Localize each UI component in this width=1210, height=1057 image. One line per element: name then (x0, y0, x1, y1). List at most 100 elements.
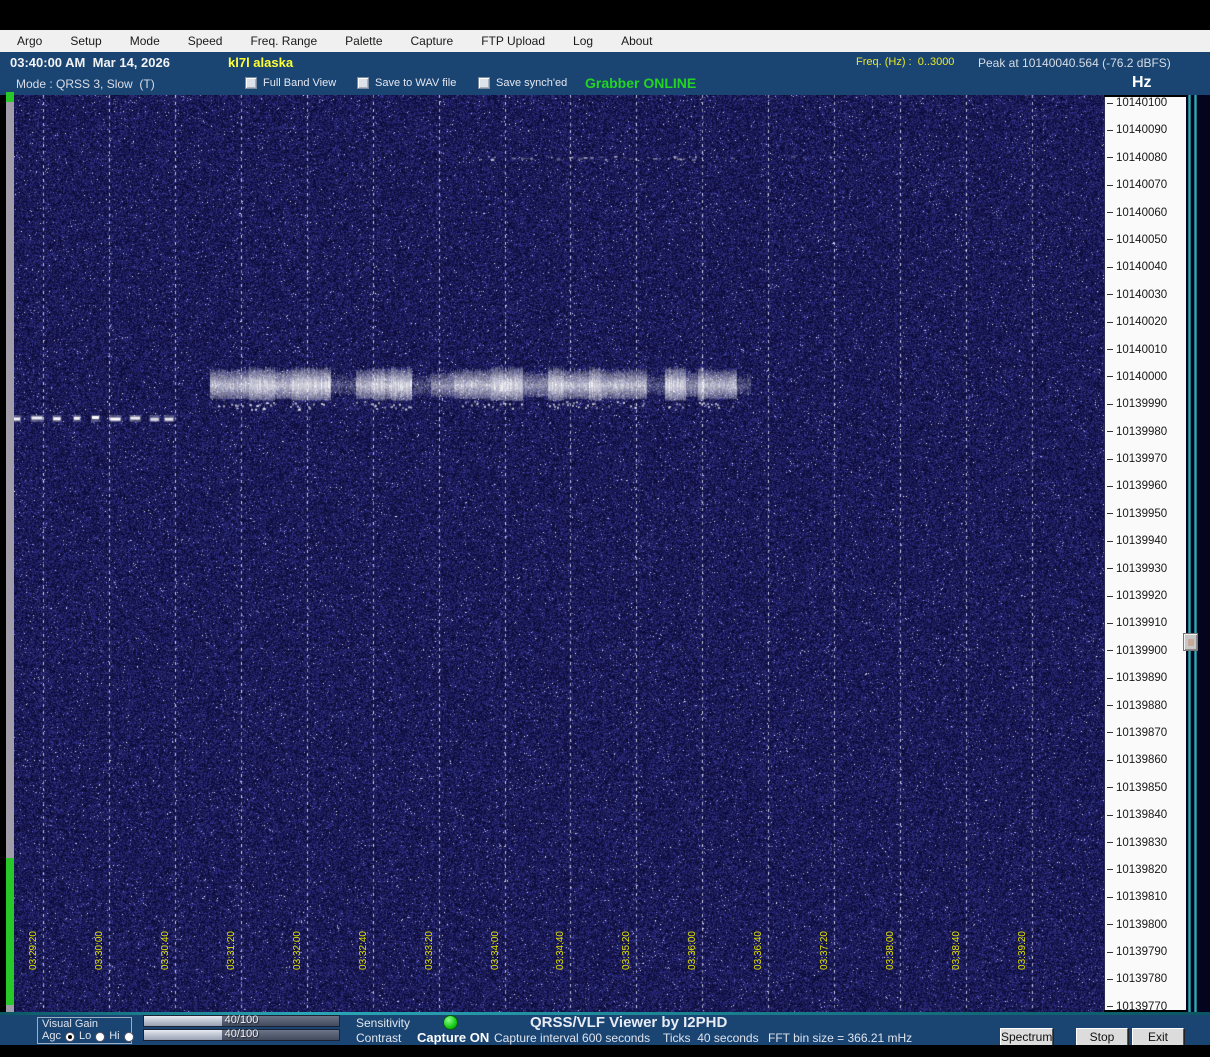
time-label: 03:38:40 (950, 931, 964, 1007)
tick-mark (1107, 732, 1113, 734)
tick-mark (1107, 376, 1113, 378)
stop-button[interactable]: Stop (1076, 1028, 1128, 1046)
radio-lo[interactable] (95, 1031, 106, 1042)
menu-item-log[interactable]: Log (573, 34, 593, 48)
menu-item-argo[interactable]: Argo (17, 34, 42, 48)
freq-tick-row: 10140060 (1105, 206, 1167, 220)
scrollbar-thumb[interactable] (1183, 633, 1198, 651)
time-label: 03:29:20 (27, 931, 41, 1007)
spectrum-button[interactable]: Spectrum (1000, 1028, 1053, 1046)
freq-tick-row: 10140040 (1105, 260, 1167, 274)
freq-tick-label: 10139990 (1116, 398, 1168, 411)
checkbox-save-synch-ed[interactable]: Save synch'ed (478, 77, 567, 89)
time-label: 03:36:40 (752, 931, 766, 1007)
tick-mark (1107, 129, 1113, 131)
time-label: 03:31:20 (225, 931, 239, 1007)
radio-label-agc: Agc (42, 1030, 61, 1042)
tick-mark (1107, 485, 1113, 487)
freq-tick-label: 10140000 (1116, 370, 1168, 383)
scrollbar-track-line (1188, 95, 1191, 1012)
freq-tick-label: 10139820 (1116, 863, 1168, 876)
checkbox-full-band-view[interactable]: Full Band View (245, 77, 336, 89)
menu-item-capture[interactable]: Capture (411, 34, 454, 48)
tick-mark (1107, 102, 1113, 104)
time-label-text: 03:37:20 (819, 931, 831, 970)
visual-gain-radios: Agc Lo Hi (42, 1030, 134, 1043)
capture-indicator-light (443, 1015, 458, 1030)
freq-tick-label: 10139870 (1116, 726, 1168, 739)
freq-tick-row: 10140100 (1105, 96, 1167, 110)
menu-item-mode[interactable]: Mode (130, 34, 160, 48)
visual-gain-title: Visual Gain (42, 1018, 99, 1030)
checkbox-label: Full Band View (263, 77, 337, 89)
radio-hi[interactable] (123, 1031, 134, 1042)
radio-label-hi: Hi (109, 1030, 120, 1042)
tick-mark (1107, 896, 1113, 898)
menu-item-palette[interactable]: Palette (345, 34, 382, 48)
checkbox-box-save-to-wav-file[interactable] (357, 77, 369, 89)
freq-tick-label: 10140020 (1116, 316, 1168, 329)
gain-sliders: 40/100 40/100 (143, 1014, 340, 1043)
freq-tick-row: 10139830 (1105, 836, 1167, 850)
slider-value: 40/100 (224, 1014, 259, 1026)
menu-item-speed[interactable]: Speed (188, 34, 223, 48)
time-label: 03:38:00 (884, 931, 898, 1007)
tick-mark (1107, 184, 1113, 186)
freq-tick-row: 10139990 (1105, 397, 1167, 411)
menu-item-about[interactable]: About (621, 34, 652, 48)
menu-item-setup[interactable]: Setup (70, 34, 101, 48)
freq-tick-row: 10139950 (1105, 507, 1167, 521)
time-label: 03:37:20 (818, 931, 832, 1007)
spectrogram-canvas[interactable] (14, 95, 1104, 1012)
time-label: 03:30:00 (93, 931, 107, 1007)
checkbox-save-to-wav-file[interactable]: Save to WAV file (357, 77, 456, 89)
fft-bin-label: FFT bin size = 366.21 mHz (768, 1031, 913, 1045)
radio-label-lo: Lo (78, 1030, 92, 1042)
freq-tick-label: 10139850 (1116, 781, 1168, 794)
menu-bar: Argo Setup Mode Speed Freq. Range Palette Capt… (0, 30, 1210, 52)
station-label: kl7l alaska (228, 55, 294, 70)
freq-tick-row: 10139850 (1105, 781, 1167, 795)
control-bar: Visual Gain Agc Lo Hi 40/100 40/100 Sensiti… (0, 1012, 1210, 1046)
window-bottom-strip (0, 1045, 1210, 1057)
freq-tick-label: 10139800 (1116, 918, 1168, 931)
time-label: 03:32:00 (291, 931, 305, 1007)
freq-tick-row: 10139920 (1105, 589, 1167, 603)
freq-tick-row: 10140010 (1105, 343, 1167, 357)
tick-mark (1107, 266, 1113, 268)
contrast-slider[interactable]: 40/100 (143, 1028, 340, 1041)
freq-tick-label: 10139920 (1116, 590, 1168, 603)
time-label-text: 03:34:40 (555, 931, 567, 970)
freq-tick-label: 10139910 (1116, 617, 1168, 630)
checkbox-box-full-band-view[interactable] (245, 77, 257, 89)
frequency-axis: 10140100 10140090 10140080 10140070 10140060… (1104, 96, 1186, 1013)
radio-agc[interactable] (64, 1031, 75, 1042)
time-label: 03:32:40 (357, 931, 371, 1007)
freq-tick-row: 10140090 (1105, 123, 1167, 137)
time-label: 03:33:20 (423, 931, 437, 1007)
ticks-label: Ticks 40 seconds (663, 1031, 759, 1045)
tick-mark (1107, 869, 1113, 871)
scrollbar-track-line (1194, 95, 1197, 1012)
tick-mark (1107, 458, 1113, 460)
time-label-text: 03:36:40 (753, 931, 765, 970)
freq-tick-label: 10140050 (1116, 233, 1168, 246)
freq-tick-label: 10139810 (1116, 891, 1168, 904)
sensitivity-slider[interactable]: 40/100 (143, 1014, 340, 1027)
checkbox-box-save-synch-ed[interactable] (478, 77, 490, 89)
time-label-text: 03:36:00 (687, 931, 699, 970)
time-label-text: 03:35:20 (621, 931, 633, 970)
freq-tick-row: 10139860 (1105, 753, 1167, 767)
freq-tick-row: 10140000 (1105, 370, 1167, 384)
menu-item-freq-range[interactable]: Freq. Range (250, 34, 317, 48)
tick-mark (1107, 814, 1113, 816)
menu-item-ftp-upload[interactable]: FTP Upload (481, 34, 545, 48)
tick-mark (1107, 951, 1113, 953)
exit-button[interactable]: Exit (1132, 1028, 1184, 1046)
time-label: 03:35:20 (620, 931, 634, 1007)
freq-tick-row: 10139940 (1105, 534, 1167, 548)
freq-tick-label: 10139900 (1116, 644, 1168, 657)
freq-tick-row: 10140050 (1105, 233, 1167, 247)
freq-tick-row: 10139820 (1105, 863, 1167, 877)
freq-tick-label: 10140100 (1116, 97, 1168, 109)
